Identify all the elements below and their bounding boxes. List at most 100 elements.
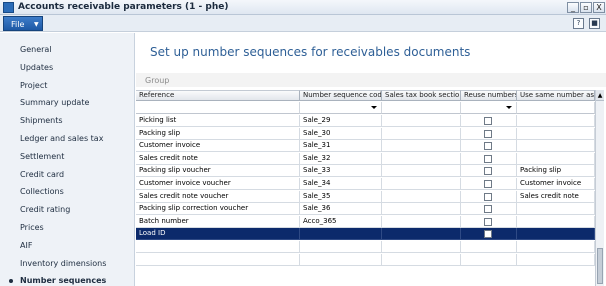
cell-tax[interactable]	[382, 165, 461, 178]
cell-reference[interactable]: Sales credit note	[136, 152, 300, 165]
cell-same[interactable]	[517, 127, 595, 140]
cell-tax[interactable]	[382, 152, 461, 165]
cell-code[interactable]: Sale_35	[300, 190, 382, 203]
cell-tax[interactable]	[382, 228, 461, 241]
scrollbar-thumb[interactable]	[597, 248, 603, 284]
cell-reference[interactable]: Customer invoice	[136, 140, 300, 153]
cell-reuse[interactable]	[461, 215, 517, 228]
cell-same[interactable]	[517, 152, 595, 165]
filter-cell-tax[interactable]	[382, 102, 461, 114]
cell-code[interactable]: Sale_36	[300, 203, 382, 216]
cell-code[interactable]: Acco_365	[300, 215, 382, 228]
file-menu-button[interactable]: File ▼	[3, 16, 43, 31]
layout-icon[interactable]: ■	[589, 18, 600, 29]
group-bar: Group	[136, 73, 606, 87]
filter-cell-same[interactable]	[517, 102, 595, 114]
cell-tax[interactable]	[382, 115, 461, 127]
sidebar-item-prices[interactable]: Prices	[20, 223, 44, 232]
sidebar-item-inventory-dimensions[interactable]: Inventory dimensions	[20, 259, 106, 268]
cell-reference[interactable]: Packing slip	[136, 127, 300, 140]
cell-code[interactable]: Sale_30	[300, 127, 382, 140]
reuse-numbers-checkbox[interactable]	[484, 142, 492, 151]
cell-reuse[interactable]	[461, 203, 517, 216]
cell-tax[interactable]	[382, 127, 461, 140]
cell-same[interactable]	[517, 215, 595, 228]
column-header-tax[interactable]: Sales tax book section	[382, 90, 461, 101]
cell-same[interactable]	[517, 228, 595, 241]
cell-code[interactable]: Sale_29	[300, 115, 382, 127]
cell-tax[interactable]	[382, 178, 461, 190]
cell-reference[interactable]: Batch number	[136, 215, 300, 228]
help-icon[interactable]: ?	[573, 18, 584, 29]
cell-tax[interactable]	[382, 140, 461, 153]
filter-cell-reference[interactable]	[136, 102, 300, 114]
cell-same[interactable]	[517, 140, 595, 153]
vertical-scrollbar[interactable]: ▲	[595, 90, 604, 286]
dropdown-arrow-icon[interactable]	[506, 106, 512, 109]
cell-reuse[interactable]	[461, 152, 517, 165]
sidebar-item-collections[interactable]: Collections	[20, 187, 64, 196]
cell-same[interactable]: Customer invoice	[517, 178, 595, 190]
cell-reuse[interactable]	[461, 140, 517, 153]
column-header-code[interactable]: Number sequence code	[300, 90, 382, 101]
cell-reuse[interactable]	[461, 228, 517, 241]
cell-code[interactable]: Sale_34	[300, 178, 382, 190]
sidebar-item-shipments[interactable]: Shipments	[20, 116, 63, 125]
cell-reuse[interactable]	[461, 178, 517, 190]
sidebar-item-ledger-and-sales-tax[interactable]: Ledger and sales tax	[20, 134, 103, 143]
reuse-numbers-checkbox[interactable]	[484, 117, 492, 125]
sidebar-item-summary-update[interactable]: Summary update	[20, 98, 89, 107]
cell-code[interactable]: Sale_33	[300, 165, 382, 178]
minimize-button[interactable]: _	[567, 2, 579, 13]
column-header-same[interactable]: Use same number as	[517, 90, 595, 101]
sidebar-item-aif[interactable]: AIF	[20, 241, 32, 250]
empty-cell	[517, 253, 595, 266]
column-header-reference[interactable]: Reference	[136, 90, 300, 101]
cell-reference[interactable]: Picking list	[136, 115, 300, 127]
cell-code[interactable]: Sale_31	[300, 140, 382, 153]
reuse-numbers-checkbox[interactable]	[484, 167, 492, 176]
cell-code[interactable]	[300, 228, 382, 241]
reuse-numbers-checkbox[interactable]	[484, 154, 492, 163]
cell-reference[interactable]: Load ID	[136, 228, 300, 241]
cell-tax[interactable]	[382, 190, 461, 203]
empty-cell	[136, 253, 300, 266]
column-header-reuse[interactable]: Reuse numbers	[461, 90, 517, 101]
sidebar-item-credit-rating[interactable]: Credit rating	[20, 205, 70, 214]
cell-same[interactable]: Packing slip	[517, 165, 595, 178]
sidebar-item-number-sequences[interactable]: Number sequences	[20, 276, 106, 285]
cell-reference[interactable]: Customer invoice voucher	[136, 178, 300, 190]
close-button[interactable]: X	[593, 2, 605, 13]
reuse-numbers-checkbox[interactable]	[484, 129, 492, 138]
reuse-numbers-checkbox[interactable]	[484, 180, 492, 188]
filter-cell-reuse[interactable]	[461, 102, 517, 114]
reuse-numbers-checkbox[interactable]	[484, 192, 492, 201]
cell-same[interactable]: Sales credit note	[517, 190, 595, 203]
cell-tax[interactable]	[382, 203, 461, 216]
cell-reference[interactable]: Packing slip voucher	[136, 165, 300, 178]
maximize-button[interactable]: ▫	[580, 2, 592, 13]
sidebar-item-updates[interactable]: Updates	[20, 63, 53, 72]
reuse-numbers-checkbox[interactable]	[484, 230, 492, 239]
empty-cell	[382, 241, 461, 253]
dropdown-arrow-icon[interactable]	[371, 106, 377, 109]
sidebar-item-settlement[interactable]: Settlement	[20, 152, 64, 161]
sidebar-item-general[interactable]: General	[20, 45, 52, 54]
reuse-numbers-checkbox[interactable]	[484, 205, 492, 214]
filter-cell-code[interactable]	[300, 102, 382, 114]
cell-reuse[interactable]	[461, 127, 517, 140]
cell-reuse[interactable]	[461, 115, 517, 127]
reuse-numbers-checkbox[interactable]	[484, 217, 492, 226]
scroll-up-icon[interactable]: ▲	[596, 90, 604, 101]
cell-code[interactable]: Sale_32	[300, 152, 382, 165]
cell-reuse[interactable]	[461, 190, 517, 203]
cell-reference[interactable]: Packing slip correction voucher	[136, 203, 300, 216]
sidebar-item-credit-card[interactable]: Credit card	[20, 170, 64, 179]
cell-same[interactable]	[517, 115, 595, 127]
cell-reference[interactable]: Sales credit note voucher	[136, 190, 300, 203]
cell-same[interactable]	[517, 203, 595, 216]
cell-tax[interactable]	[382, 215, 461, 228]
sidebar-nav: General Updates Project Summary update Shipm…	[0, 33, 135, 286]
cell-reuse[interactable]	[461, 165, 517, 178]
sidebar-item-project[interactable]: Project	[20, 81, 47, 90]
